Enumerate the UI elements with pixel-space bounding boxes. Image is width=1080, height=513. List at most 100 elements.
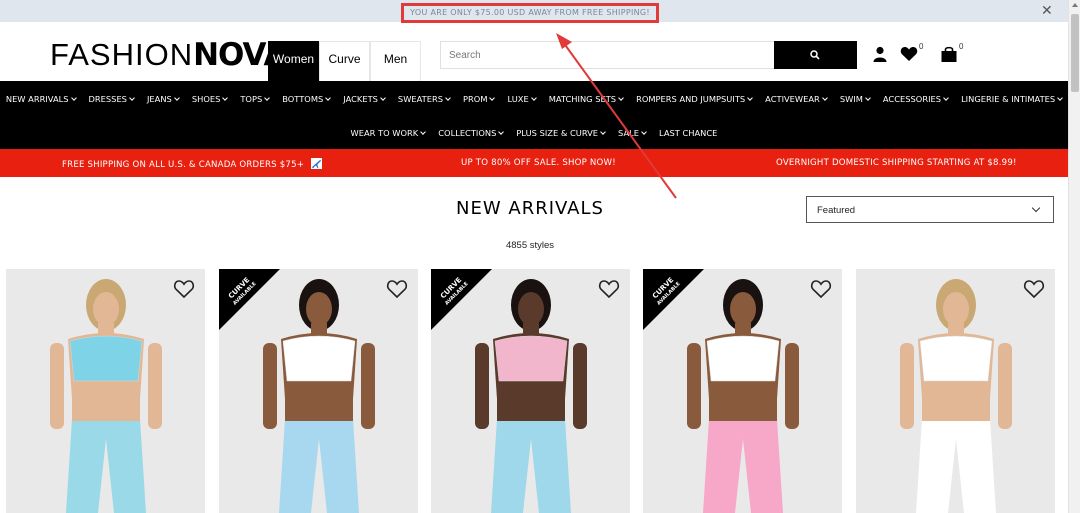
chevron-down-icon <box>747 95 754 101</box>
promo-overnight[interactable]: OVERNIGHT DOMESTIC SHIPPING STARTING AT … <box>776 158 1017 168</box>
scroll-thumb[interactable] <box>1071 14 1079 92</box>
search-input[interactable] <box>441 42 774 68</box>
nav-item-label: LUXE <box>507 94 529 104</box>
nav-item-jeans[interactable]: JEANS <box>140 94 185 104</box>
nav-item-label: ACCESSORIES <box>882 94 942 104</box>
wishlist-heart-icon[interactable] <box>386 279 408 299</box>
heart-icon[interactable] <box>900 46 918 62</box>
product-card[interactable]: CURVE AVAILABLE <box>431 269 630 513</box>
nav-item-prom[interactable]: PROM <box>457 94 501 104</box>
close-icon[interactable]: ✕ <box>1041 2 1053 18</box>
nav-item-lingerie-intimates[interactable]: LINGERIE & INTIMATES <box>955 94 1069 104</box>
free-shipping-bar: YOU ARE ONLY $75.00 USD AWAY FROM FREE S… <box>0 0 1068 23</box>
nav-item-label: PLUS SIZE & CURVE <box>516 128 599 138</box>
chevron-down-icon <box>600 129 606 135</box>
tab-curve[interactable]: Curve <box>319 41 370 81</box>
product-card[interactable] <box>856 269 1055 513</box>
chevron-down-icon <box>498 129 505 135</box>
chevron-down-icon <box>70 95 77 101</box>
nav-row-2: WEAR TO WORK COLLECTIONS PLUS SIZE & CURVE… <box>0 128 1068 138</box>
nav-item-matching-sets[interactable]: MATCHING SETS <box>542 94 629 104</box>
curve-available-ribbon: CURVE AVAILABLE <box>219 269 280 330</box>
chevron-down-icon <box>129 95 135 101</box>
product-card[interactable] <box>6 269 205 513</box>
nav-item-label: LAST CHANCE <box>659 128 718 138</box>
chevron-down-icon <box>865 95 871 101</box>
wishlist-heart-icon[interactable] <box>810 279 832 299</box>
chevron-down-icon <box>325 95 332 101</box>
nav-item-label: BOTTOMS <box>282 94 324 104</box>
nav-item-sweaters[interactable]: SWEATERS <box>391 94 456 104</box>
nav-item-label: WEAR TO WORK <box>350 128 419 138</box>
nav-item-label: NEW ARRIVALS <box>5 94 69 104</box>
chevron-down-icon <box>420 129 427 135</box>
promo-free-shipping-text: FREE SHIPPING ON ALL U.S. & CANADA ORDER… <box>62 160 305 170</box>
cart-count: 0 <box>959 42 964 51</box>
sort-select[interactable]: Featured <box>806 196 1054 223</box>
promo-free-shipping[interactable]: FREE SHIPPING ON ALL U.S. & CANADA ORDER… <box>62 158 323 170</box>
nav-item-last-chance[interactable]: LAST CHANCE <box>653 128 724 138</box>
chevron-down-icon <box>1057 95 1063 101</box>
nav-item-dresses[interactable]: DRESSES <box>82 94 140 104</box>
nav-item-label: SWIM <box>839 94 863 104</box>
nav-item-label: PROM <box>463 94 488 104</box>
wishlist-heart-icon[interactable] <box>173 279 195 299</box>
nav-item-label: LINGERIE & INTIMATES <box>961 94 1056 104</box>
shopping-bag-icon[interactable] <box>940 45 958 63</box>
product-card[interactable]: CURVE AVAILABLE <box>643 269 842 513</box>
nav-item-label: SWEATERS <box>397 94 444 104</box>
product-card[interactable]: CURVE AVAILABLE <box>219 269 418 513</box>
airplane-icon <box>311 158 323 169</box>
chevron-down-icon <box>489 95 496 101</box>
nav-item-shoes[interactable]: SHOES <box>185 94 234 104</box>
chevron-down-icon <box>821 95 828 101</box>
chevron-down-icon <box>943 95 949 101</box>
nav-item-swim[interactable]: SWIM <box>833 94 876 104</box>
wishlist-count: 0 <box>919 42 924 51</box>
scrollbar[interactable] <box>1068 0 1080 513</box>
wishlist-heart-icon[interactable] <box>598 279 620 299</box>
chevron-down-icon <box>380 95 386 101</box>
curve-available-ribbon: CURVE AVAILABLE <box>643 269 704 330</box>
curve-available-ribbon: CURVE AVAILABLE <box>431 269 492 330</box>
nav-item-tops[interactable]: TOPS <box>234 94 276 104</box>
chevron-down-icon <box>222 95 229 101</box>
promo-sale[interactable]: UP TO 80% OFF SALE. SHOP NOW! <box>461 158 616 168</box>
nav-item-plus-size-curve[interactable]: PLUS SIZE & CURVE <box>510 128 612 138</box>
nav-item-label: JACKETS <box>343 94 378 104</box>
nav-item-jackets[interactable]: JACKETS <box>337 94 392 104</box>
user-icon[interactable] <box>872 46 888 62</box>
product-image[interactable] <box>856 269 1055 513</box>
main-nav: NEW ARRIVALS DRESSES JEANS SHOES TOPS BOTTOMS… <box>0 81 1068 149</box>
nav-item-collections[interactable]: COLLECTIONS <box>432 128 510 138</box>
product-image[interactable] <box>6 269 205 513</box>
nav-item-accessories[interactable]: ACCESSORIES <box>876 94 954 104</box>
nav-item-wear-to-work[interactable]: WEAR TO WORK <box>344 128 432 138</box>
chevron-down-icon <box>641 129 647 135</box>
nav-item-label: DRESSES <box>88 94 127 104</box>
nav-item-sale[interactable]: SALE <box>612 128 653 138</box>
tab-men[interactable]: Men <box>370 41 421 81</box>
chevron-down-icon <box>445 95 451 101</box>
chevron-down-icon <box>173 95 180 101</box>
nav-item-luxe[interactable]: LUXE <box>501 94 542 104</box>
nav-item-bottoms[interactable]: BOTTOMS <box>276 94 337 104</box>
free-shipping-message: YOU ARE ONLY $75.00 USD AWAY FROM FREE S… <box>401 3 659 23</box>
brand-logo[interactable]: FASHIONNOVA <box>50 37 287 73</box>
nav-item-label: COLLECTIONS <box>438 128 497 138</box>
tab-women[interactable]: Women <box>268 41 319 81</box>
nav-item-new-arrivals[interactable]: NEW ARRIVALS <box>0 94 82 104</box>
nav-item-label: SHOES <box>191 94 221 104</box>
nav-item-rompers-and-jumpsuits[interactable]: ROMPERS AND JUMPSUITS <box>630 94 759 104</box>
nav-item-label: ROMPERS AND JUMPSUITS <box>636 94 746 104</box>
logo-text-thin: FASHION <box>50 37 194 72</box>
page: YOU ARE ONLY $75.00 USD AWAY FROM FREE S… <box>0 0 1080 513</box>
search-button[interactable] <box>774 41 857 69</box>
scroll-up-arrow-icon[interactable] <box>1072 3 1078 7</box>
wishlist-heart-icon[interactable] <box>1023 279 1045 299</box>
nav-item-activewear[interactable]: ACTIVEWEAR <box>759 94 834 104</box>
chevron-down-icon <box>264 95 271 101</box>
chevron-down-icon <box>1031 203 1041 213</box>
style-count: 4855 styles <box>505 240 555 251</box>
nav-item-label: SALE <box>618 128 640 138</box>
